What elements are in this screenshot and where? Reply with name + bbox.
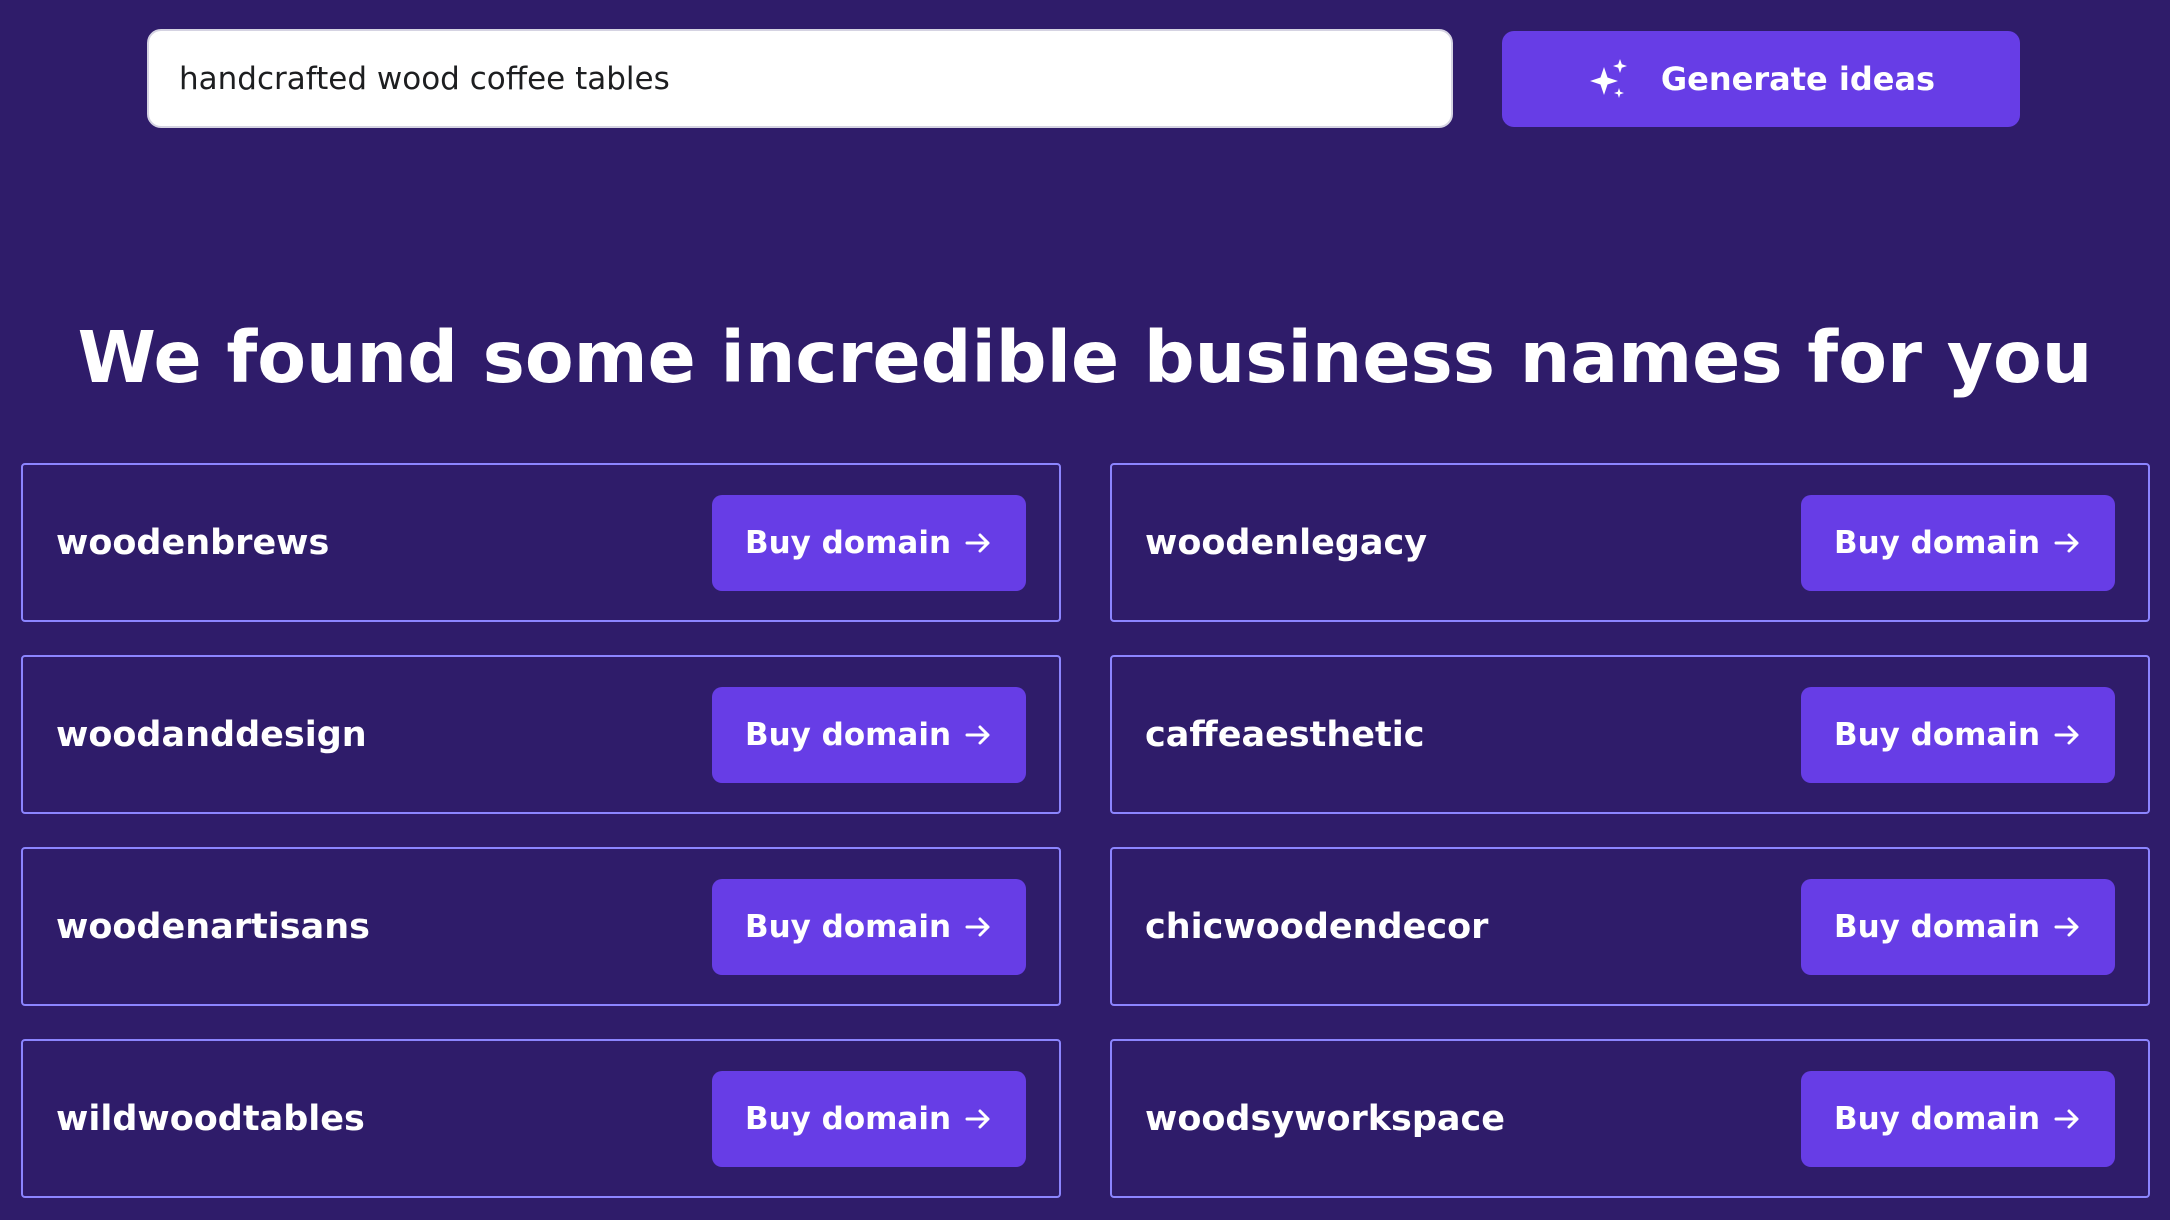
- business-name: woodenlegacy: [1145, 522, 1428, 563]
- sparkle-icon: [1589, 59, 1627, 98]
- result-card: woodenartisans Buy domain: [21, 847, 1061, 1006]
- results-grid: woodenbrews Buy domain woodenlegacy Buy …: [21, 463, 2150, 1198]
- result-card: wildwoodtables Buy domain: [21, 1039, 1061, 1198]
- result-card: chicwoodendecor Buy domain: [1110, 847, 2150, 1006]
- result-card: woodenbrews Buy domain: [21, 463, 1061, 622]
- business-name: woodanddesign: [56, 714, 367, 755]
- arrow-right-icon: [965, 725, 990, 744]
- arrow-right-icon: [2054, 725, 2079, 744]
- arrow-right-icon: [2054, 917, 2079, 936]
- buy-domain-button[interactable]: Buy domain: [1801, 878, 2115, 975]
- business-name: woodsyworkspace: [1145, 1098, 1506, 1139]
- buy-domain-label: Buy domain: [1833, 1100, 2041, 1137]
- arrow-right-icon: [965, 1109, 990, 1128]
- business-name: chicwoodendecor: [1145, 906, 1489, 947]
- page-heading: We found some incredible business names …: [77, 316, 2093, 399]
- business-name: wildwoodtables: [56, 1098, 365, 1139]
- buy-domain-label: Buy domain: [1833, 524, 2041, 561]
- arrow-right-icon: [965, 917, 990, 936]
- buy-domain-label: Buy domain: [744, 716, 952, 753]
- buy-domain-button[interactable]: Buy domain: [1801, 494, 2115, 591]
- arrow-right-icon: [2054, 533, 2079, 552]
- business-name: woodenartisans: [56, 906, 370, 947]
- buy-domain-label: Buy domain: [1833, 716, 2041, 753]
- result-card: woodanddesign Buy domain: [21, 655, 1061, 814]
- buy-domain-label: Buy domain: [744, 524, 952, 561]
- buy-domain-label: Buy domain: [744, 908, 952, 945]
- result-card: caffeaesthetic Buy domain: [1110, 655, 2150, 814]
- arrow-right-icon: [2054, 1109, 2079, 1128]
- search-input[interactable]: [147, 29, 1453, 128]
- buy-domain-button[interactable]: Buy domain: [1801, 1070, 2115, 1167]
- business-name: caffeaesthetic: [1145, 714, 1425, 755]
- arrow-right-icon: [965, 533, 990, 552]
- buy-domain-button[interactable]: Buy domain: [1801, 686, 2115, 783]
- generate-ideas-label: Generate ideas: [1660, 60, 1936, 98]
- buy-domain-button[interactable]: Buy domain: [712, 686, 1026, 783]
- generate-ideas-button[interactable]: Generate ideas: [1502, 31, 2020, 127]
- buy-domain-label: Buy domain: [744, 1100, 952, 1137]
- buy-domain-button[interactable]: Buy domain: [712, 494, 1026, 591]
- buy-domain-label: Buy domain: [1833, 908, 2041, 945]
- result-card: woodsyworkspace Buy domain: [1110, 1039, 2150, 1198]
- business-name: woodenbrews: [56, 522, 330, 563]
- buy-domain-button[interactable]: Buy domain: [712, 1070, 1026, 1167]
- result-card: woodenlegacy Buy domain: [1110, 463, 2150, 622]
- buy-domain-button[interactable]: Buy domain: [712, 878, 1026, 975]
